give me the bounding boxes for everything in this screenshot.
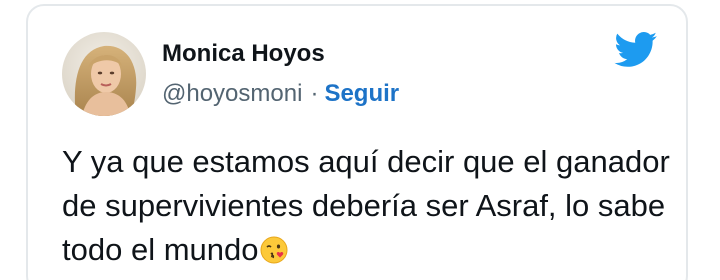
avatar-photo bbox=[62, 32, 146, 116]
face-throwing-a-kiss-emoji bbox=[260, 232, 288, 264]
tweet-text: Y ya que estamos aquí decir que el ganad… bbox=[62, 140, 672, 272]
author-handle-row: @hoyosmoni · Seguir bbox=[162, 80, 399, 108]
tweet-body: Y ya que estamos aquí decir que el ganad… bbox=[62, 144, 670, 267]
twitter-bird-icon[interactable] bbox=[614, 32, 658, 68]
author-handle[interactable]: @hoyosmoni bbox=[162, 80, 302, 107]
avatar[interactable] bbox=[62, 32, 146, 116]
author-name[interactable]: Monica Hoyos bbox=[162, 40, 325, 68]
follow-link[interactable]: Seguir bbox=[324, 80, 399, 107]
page: Monica Hoyos @hoyosmoni · Seguir Y ya que … bbox=[0, 0, 720, 280]
separator-dot: · bbox=[310, 80, 319, 107]
